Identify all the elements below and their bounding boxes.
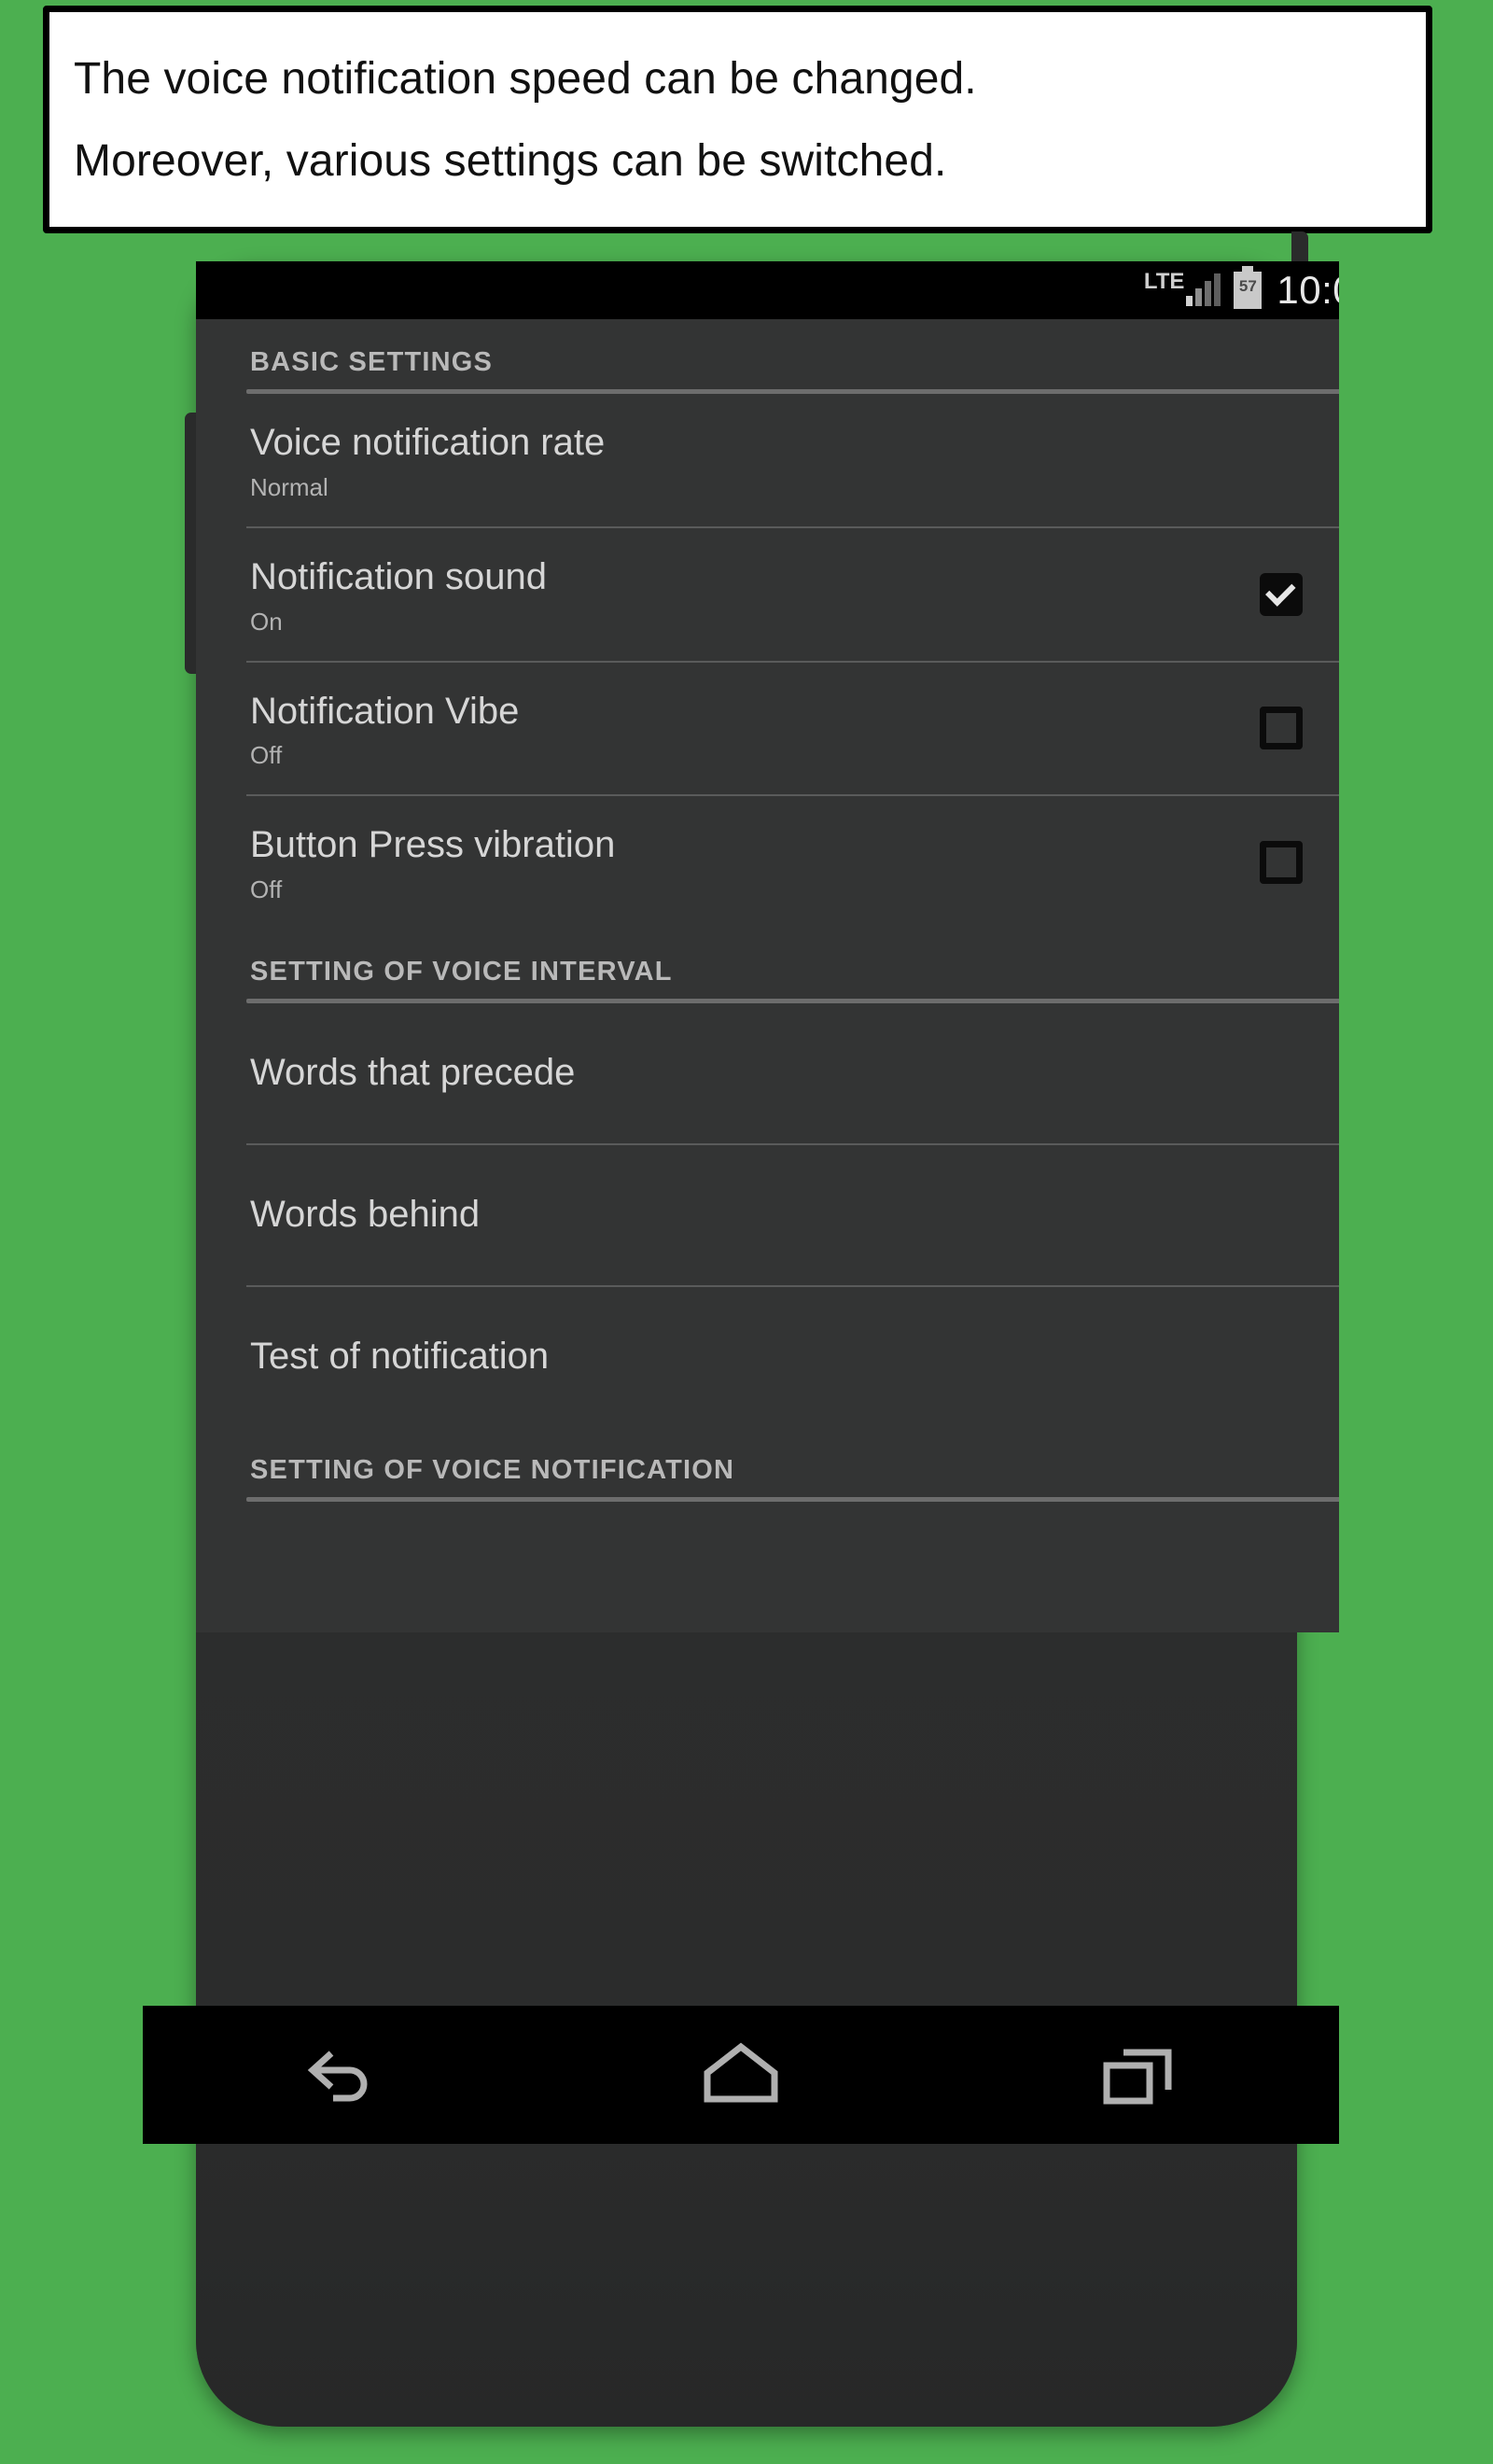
caption-line-2: Moreover, various settings can be switch… [74,136,947,186]
status-bar: LTE 57 10:02 [196,261,1339,319]
pref-title: Voice notification rate [250,422,606,463]
pref-row-words-behind[interactable]: Words behind [196,1145,1339,1285]
checkbox-notification-vibe[interactable] [1260,707,1303,750]
settings-list: BASIC SETTINGS Voice notification rate N… [196,319,1339,1633]
caption-line-1: The voice notification speed can be chan… [74,54,977,104]
home-icon[interactable] [657,2006,825,2144]
pref-row-notification-vibe[interactable]: Notification Vibe Off [196,663,1339,795]
recent-apps-icon[interactable] [1055,2006,1223,2144]
pref-summary: Normal [250,472,328,501]
pref-summary: Off [250,741,283,770]
checkbox-button-press-vibration[interactable] [1260,841,1303,885]
navigation-bar [143,2006,1339,2144]
pref-title: Notification sound [250,555,547,597]
pref-row-test-of-notification[interactable]: Test of notification [196,1287,1339,1427]
section-header-voice-interval: SETTING OF VOICE INTERVAL [250,957,673,987]
pref-summary: On [250,607,283,636]
section-header-basic: BASIC SETTINGS [250,347,494,377]
pref-title: Button Press vibration [250,824,616,866]
section-header-voice-notification: SETTING OF VOICE NOTIFICATION [250,1455,735,1486]
pref-row-button-press-vibration[interactable]: Button Press vibration Off [196,796,1339,929]
caption-box: The voice notification speed can be chan… [43,6,1432,233]
phone-device: LTE 57 10:02 BASIC SETTINGS Voice notifi… [143,231,1339,2427]
signal-bars-icon [1186,273,1221,306]
battery-level: 57 [1238,276,1257,295]
status-clock: 10:02 [1277,268,1339,312]
pref-row-partial-cut-off[interactable] [196,1502,1339,1632]
back-icon[interactable] [258,2006,426,2144]
pref-summary: Off [250,875,283,904]
pref-row-notification-sound[interactable]: Notification sound On [196,528,1339,661]
pref-title: Words behind [250,1194,481,1236]
pref-title: Test of notification [250,1336,550,1378]
pref-row-voice-notification-rate[interactable]: Voice notification rate Normal [196,394,1339,526]
battery-icon: 57 [1234,266,1263,309]
pref-title: Words that precede [250,1052,576,1094]
pref-title: Notification Vibe [250,690,520,732]
checkbox-notification-sound[interactable] [1260,572,1303,616]
lte-label: LTE [1143,269,1185,294]
pref-row-words-that-precede[interactable]: Words that precede [196,1003,1339,1143]
device-screen: LTE 57 10:02 BASIC SETTINGS Voice notifi… [143,261,1339,2006]
